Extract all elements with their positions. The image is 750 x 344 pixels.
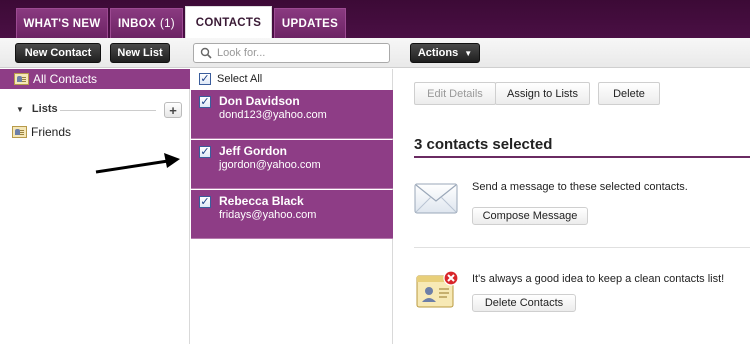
- contact-email: dond123@yahoo.com: [219, 109, 327, 121]
- actions-dropdown-button[interactable]: Actions ▼: [410, 43, 480, 63]
- contact-name: Jeff Gordon: [219, 144, 287, 158]
- divider: [60, 110, 156, 111]
- add-list-button[interactable]: +: [164, 102, 182, 118]
- tab-contacts-label: CONTACTS: [195, 17, 262, 29]
- friends-label: Friends: [31, 125, 72, 139]
- contact-card-icon: [14, 73, 29, 85]
- inbox-count: (1): [159, 17, 175, 30]
- new-list-button[interactable]: New List: [110, 43, 170, 63]
- edit-details-button[interactable]: Edit Details: [414, 82, 496, 105]
- clean-contacts-text: It's always a good idea to keep a clean …: [472, 273, 725, 285]
- compose-message-section: Send a message to these selected contact…: [414, 173, 750, 248]
- contact-email: fridays@yahoo.com: [219, 209, 317, 221]
- delete-button[interactable]: Delete: [598, 82, 660, 105]
- sidebar-item-friends[interactable]: Friends: [12, 125, 71, 139]
- tab-whats-new[interactable]: WHAT'S NEW: [16, 8, 108, 38]
- new-contact-button[interactable]: New Contact: [15, 43, 101, 63]
- lists-sidebar: All Contacts ▼ Lists + Friends: [0, 69, 190, 344]
- contact-checkbox[interactable]: ✓: [199, 96, 211, 108]
- actions-label: Actions: [417, 47, 459, 59]
- delete-contacts-section: It's always a good idea to keep a clean …: [414, 265, 750, 335]
- contact-name: Rebecca Black: [219, 194, 304, 208]
- lists-header-label: Lists: [31, 103, 58, 115]
- select-all-label: Select All: [217, 73, 263, 85]
- tab-updates[interactable]: UPDATES: [274, 8, 346, 38]
- lists-section-toggle[interactable]: ▼ Lists: [16, 103, 58, 115]
- caret-down-icon: ▼: [464, 48, 473, 58]
- contact-card-delete-icon: [416, 270, 459, 308]
- detail-button-row: Edit Details Assign to Lists Delete: [414, 82, 660, 105]
- tab-inbox-label: INBOX: [118, 17, 156, 30]
- delete-contacts-button[interactable]: Delete Contacts: [472, 294, 576, 312]
- search-input[interactable]: [217, 47, 387, 59]
- tab-inbox[interactable]: INBOX (1): [110, 8, 183, 38]
- envelope-icon: [414, 183, 458, 214]
- contact-card-icon: [12, 126, 27, 138]
- contact-name: Don Davidson: [219, 94, 300, 108]
- toolbar: New Contact New List Actions ▼: [0, 38, 750, 68]
- search-icon: [200, 47, 212, 59]
- contact-checkbox[interactable]: ✓: [199, 146, 211, 158]
- search-box: [193, 43, 390, 63]
- contact-email: jgordon@yahoo.com: [219, 159, 321, 171]
- contact-row[interactable]: ✓ Rebecca Black fridays@yahoo.com: [191, 190, 393, 239]
- heading-divider: [414, 156, 750, 158]
- selection-heading: 3 contacts selected: [414, 136, 553, 153]
- tab-updates-label: UPDATES: [281, 17, 339, 30]
- contact-row[interactable]: ✓ Jeff Gordon jgordon@yahoo.com: [191, 140, 393, 189]
- detail-panel: Edit Details Assign to Lists Delete 3 co…: [394, 69, 750, 344]
- select-all-checkbox[interactable]: ✓ Select All: [199, 73, 262, 85]
- contact-row[interactable]: ✓ Don Davidson dond123@yahoo.com: [191, 90, 393, 139]
- tab-contacts[interactable]: CONTACTS: [185, 6, 272, 39]
- sidebar-item-all-contacts[interactable]: All Contacts: [0, 69, 190, 89]
- compose-message-button[interactable]: Compose Message: [472, 207, 588, 225]
- tab-whats-new-label: WHAT'S NEW: [23, 17, 101, 30]
- compose-message-text: Send a message to these selected contact…: [472, 181, 688, 193]
- contact-list: ✓ Select All ✓ Don Davidson dond123@yaho…: [191, 69, 393, 344]
- contact-checkbox[interactable]: ✓: [199, 196, 211, 208]
- assign-to-lists-button[interactable]: Assign to Lists: [495, 82, 590, 105]
- top-tab-bar: WHAT'S NEW INBOX (1) CONTACTS UPDATES: [0, 0, 750, 39]
- annotation-arrow-icon: [95, 153, 180, 174]
- triangle-down-icon: ▼: [16, 104, 24, 114]
- all-contacts-label: All Contacts: [33, 72, 98, 86]
- checkbox-checked-icon: ✓: [199, 72, 211, 85]
